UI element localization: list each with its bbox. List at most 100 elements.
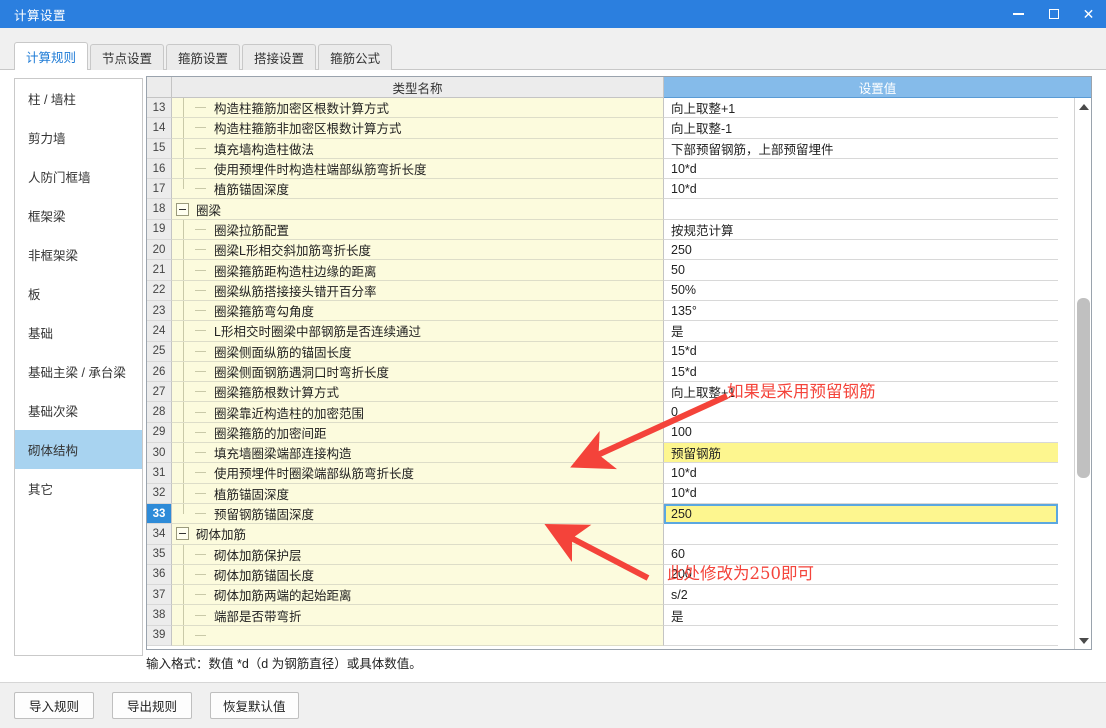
tab-node-settings[interactable]: 节点设置 [90, 44, 165, 70]
row-index[interactable]: 26 [147, 361, 172, 383]
row-value-cell[interactable]: 向上取整+1 [664, 98, 1058, 119]
row-type-name-cell[interactable]: 圈梁侧面钢筋遇洞口时弯折长度 [172, 361, 664, 383]
table-row[interactable]: 24 L形相交时圈梁中部钢筋是否连续通过 是 [147, 321, 1058, 342]
sidebar-item-7[interactable]: 基础主梁 / 承台梁 [15, 352, 142, 391]
sidebar-item-2[interactable]: 人防门框墙 [15, 157, 142, 196]
maximize-button[interactable] [1036, 0, 1071, 28]
row-index[interactable]: 18 [147, 199, 172, 220]
row-value-cell[interactable]: 50% [664, 280, 1058, 301]
row-type-name-cell[interactable]: 圈梁箍筋弯勾角度 [172, 300, 664, 322]
row-type-name-cell[interactable]: 使用预埋件时构造柱端部纵筋弯折长度 [172, 158, 664, 180]
row-index[interactable]: 29 [147, 422, 172, 444]
row-index[interactable]: 22 [147, 280, 172, 301]
row-type-name-cell[interactable]: 圈梁 [172, 199, 664, 220]
row-index[interactable]: 17 [147, 179, 172, 200]
row-index[interactable]: 14 [147, 118, 172, 139]
row-value-cell[interactable]: 10*d [664, 483, 1058, 504]
table-row[interactable]: 39 [147, 625, 1058, 647]
sidebar-item-0[interactable]: 柱 / 墙柱 [15, 79, 142, 118]
row-index[interactable]: 15 [147, 138, 172, 159]
table-row[interactable]: 20 圈梁L形相交斜加筋弯折长度 250 [147, 240, 1058, 261]
sidebar-item-6[interactable]: 基础 [15, 313, 142, 352]
row-type-name-cell[interactable]: 圈梁纵筋搭接接头错开百分率 [172, 280, 664, 301]
table-row[interactable]: 33 预留钢筋锚固深度 250 [147, 503, 1058, 525]
row-value-cell[interactable]: 按规范计算 [664, 219, 1058, 241]
table-row[interactable]: 18 圈梁 [147, 199, 1058, 220]
row-type-name-cell[interactable]: 砌体加筋保护层 [172, 544, 664, 565]
row-value-cell[interactable] [664, 199, 1058, 220]
row-index[interactable]: 31 [147, 463, 172, 484]
row-value-cell[interactable]: 10*d [664, 179, 1058, 200]
row-value-cell[interactable]: 是 [664, 605, 1058, 626]
row-index[interactable]: 39 [147, 625, 172, 647]
row-type-name-cell[interactable]: 圈梁箍筋根数计算方式 [172, 382, 664, 403]
table-row[interactable]: 13 构造柱箍筋加密区根数计算方式 向上取整+1 [147, 98, 1058, 119]
table-row[interactable]: 31 使用预埋件时圈梁端部纵筋弯折长度 10*d [147, 463, 1058, 484]
row-type-name-cell[interactable]: 圈梁拉筋配置 [172, 219, 664, 241]
tab-stirrup-formula[interactable]: 箍筋公式 [318, 44, 393, 70]
row-value-cell[interactable]: 60 [664, 544, 1058, 565]
row-value-cell[interactable]: 10*d [664, 158, 1058, 180]
column-header-type-name[interactable]: 类型名称 [172, 77, 664, 98]
row-type-name-cell[interactable]: 植筋锚固深度 [172, 179, 664, 200]
table-row[interactable]: 19 圈梁拉筋配置 按规范计算 [147, 219, 1058, 241]
row-index[interactable]: 33 [147, 503, 172, 525]
import-rules-button[interactable]: 导入规则 [14, 692, 94, 719]
row-value-cell[interactable]: 250 [664, 240, 1058, 261]
row-value-cell[interactable]: 预留钢筋 [664, 443, 1058, 464]
row-type-name-cell[interactable]: 使用预埋件时圈梁端部纵筋弯折长度 [172, 463, 664, 484]
row-value-cell[interactable]: 50 [664, 260, 1058, 281]
row-value-cell[interactable]: 10*d [664, 463, 1058, 484]
restore-defaults-button[interactable]: 恢复默认值 [210, 692, 299, 719]
row-type-name-cell[interactable]: 砌体加筋 [172, 524, 664, 545]
table-row[interactable]: 29 圈梁箍筋的加密间距 100 [147, 422, 1058, 444]
row-type-name-cell[interactable]: 端部是否带弯折 [172, 605, 664, 626]
row-index[interactable]: 16 [147, 158, 172, 180]
row-type-name-cell[interactable]: 圈梁靠近构造柱的加密范围 [172, 402, 664, 423]
table-row[interactable]: 23 圈梁箍筋弯勾角度 135° [147, 300, 1058, 322]
row-index[interactable]: 21 [147, 260, 172, 281]
row-type-name-cell[interactable]: 填充墙构造柱做法 [172, 138, 664, 159]
table-row[interactable]: 25 圈梁侧面纵筋的锚固长度 15*d [147, 341, 1058, 362]
row-type-name-cell[interactable]: 构造柱箍筋加密区根数计算方式 [172, 98, 664, 119]
row-index[interactable]: 38 [147, 605, 172, 626]
row-type-name-cell[interactable]: 圈梁侧面纵筋的锚固长度 [172, 341, 664, 362]
row-index[interactable]: 20 [147, 240, 172, 261]
sidebar-item-8[interactable]: 基础次梁 [15, 391, 142, 430]
row-type-name-cell[interactable]: 圈梁箍筋距构造柱边缘的距离 [172, 260, 664, 281]
table-row[interactable]: 27 圈梁箍筋根数计算方式 向上取整+1 [147, 382, 1058, 403]
minimize-button[interactable] [1001, 0, 1036, 28]
row-type-name-cell[interactable]: 填充墙圈梁端部连接构造 [172, 443, 664, 464]
table-row[interactable]: 30 填充墙圈梁端部连接构造 预留钢筋 [147, 443, 1058, 464]
table-row[interactable]: 16 使用预埋件时构造柱端部纵筋弯折长度 10*d [147, 158, 1058, 180]
row-value-cell[interactable]: 100 [664, 422, 1058, 444]
table-row[interactable]: 17 植筋锚固深度 10*d [147, 179, 1058, 200]
export-rules-button[interactable]: 导出规则 [112, 692, 192, 719]
row-index[interactable]: 30 [147, 443, 172, 464]
sidebar-item-5[interactable]: 板 [15, 274, 142, 313]
table-row[interactable]: 37 砌体加筋两端的起始距离 s/2 [147, 585, 1058, 606]
table-row[interactable]: 35 砌体加筋保护层 60 [147, 544, 1058, 565]
table-row[interactable]: 38 端部是否带弯折 是 [147, 605, 1058, 626]
row-type-name-cell[interactable]: L形相交时圈梁中部钢筋是否连续通过 [172, 321, 664, 342]
sidebar-item-10[interactable]: 其它 [15, 469, 142, 508]
table-row[interactable]: 34 砌体加筋 [147, 524, 1058, 545]
table-row[interactable]: 21 圈梁箍筋距构造柱边缘的距离 50 [147, 260, 1058, 281]
row-index[interactable]: 27 [147, 382, 172, 403]
scroll-up-button[interactable] [1075, 98, 1091, 115]
sidebar-item-9[interactable]: 砌体结构 [15, 430, 142, 469]
scrollbar-thumb[interactable] [1077, 298, 1090, 478]
row-index[interactable]: 28 [147, 402, 172, 423]
table-row[interactable]: 36 砌体加筋锚固长度 200 [147, 564, 1058, 586]
row-value-cell[interactable]: 0 [664, 402, 1058, 423]
row-index[interactable]: 36 [147, 564, 172, 586]
collapse-expander-icon[interactable] [176, 202, 189, 216]
row-index[interactable]: 25 [147, 341, 172, 362]
table-row[interactable]: 15 填充墙构造柱做法 下部预留钢筋，上部预留埋件 [147, 138, 1058, 159]
table-row[interactable]: 26 圈梁侧面钢筋遇洞口时弯折长度 15*d [147, 361, 1058, 383]
row-type-name-cell[interactable] [172, 625, 664, 647]
row-index[interactable]: 24 [147, 321, 172, 342]
table-row[interactable]: 14 构造柱箍筋非加密区根数计算方式 向上取整-1 [147, 118, 1058, 139]
row-value-cell[interactable]: 15*d [664, 361, 1058, 383]
row-index[interactable]: 37 [147, 585, 172, 606]
